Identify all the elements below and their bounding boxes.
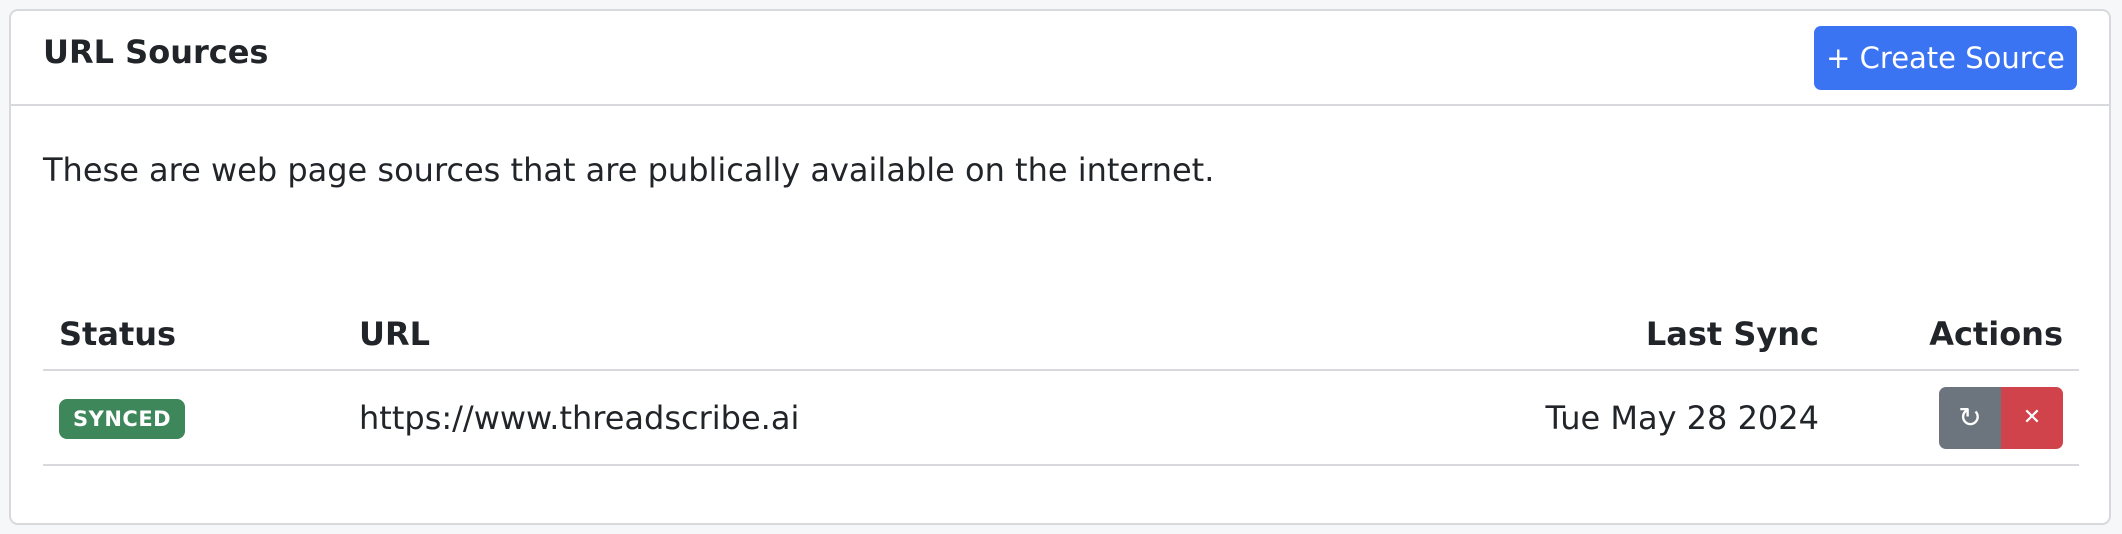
- sources-table: Status URL Last Sync Actions SYNCED http…: [43, 298, 2079, 466]
- url-cell: https://www.threadscribe.ai: [343, 370, 1043, 466]
- status-badge: SYNCED: [59, 399, 186, 439]
- status-cell: SYNCED: [43, 370, 343, 466]
- refresh-icon: ↻: [1958, 400, 1982, 434]
- column-header-last-sync: Last Sync: [1043, 298, 1835, 371]
- table-header-row: Status URL Last Sync Actions: [43, 298, 2079, 371]
- description-text: These are web page sources that are publ…: [43, 151, 1215, 189]
- column-header-status: Status: [43, 298, 343, 371]
- delete-button[interactable]: ✕: [2001, 386, 2063, 449]
- column-header-actions: Actions: [1835, 298, 2079, 371]
- actions-cell: ↻ ✕: [1835, 370, 2079, 466]
- table-row: SYNCED https://www.threadscribe.ai Tue M…: [43, 370, 2079, 466]
- column-header-url: URL: [343, 298, 1043, 371]
- page-title: URL Sources: [43, 33, 269, 71]
- url-sources-card: URL Sources + Create Source These are we…: [9, 9, 2111, 525]
- sync-button[interactable]: ↻: [1939, 386, 2001, 449]
- close-icon: ✕: [2022, 404, 2042, 430]
- create-source-button[interactable]: + Create Source: [1814, 26, 2077, 90]
- action-button-group: ↻ ✕: [1939, 386, 2063, 449]
- card-header: URL Sources + Create Source: [11, 11, 2109, 106]
- last-sync-cell: Tue May 28 2024: [1043, 370, 1835, 466]
